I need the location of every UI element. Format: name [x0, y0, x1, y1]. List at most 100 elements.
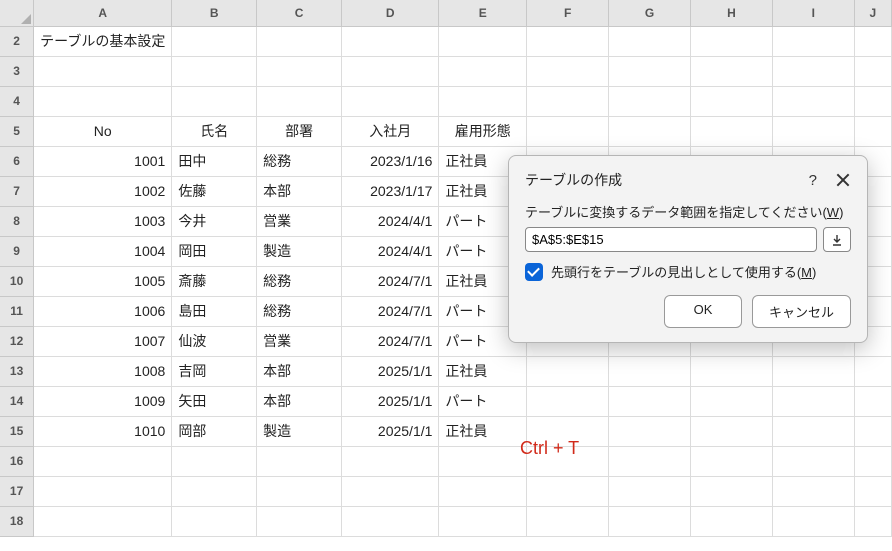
cell-D5[interactable]: 入社月	[342, 116, 439, 146]
cell-F2[interactable]	[527, 26, 609, 56]
cell-E16[interactable]	[439, 446, 527, 476]
cell-A18[interactable]	[34, 506, 172, 536]
cell-I17[interactable]	[772, 476, 854, 506]
cell-G16[interactable]	[609, 446, 691, 476]
cell-E15[interactable]: 正社員	[439, 416, 527, 446]
cell-G17[interactable]	[609, 476, 691, 506]
cell-C17[interactable]	[257, 476, 342, 506]
row-header-3[interactable]: 3	[0, 56, 34, 86]
column-header-F[interactable]: F	[527, 0, 609, 26]
cell-H17[interactable]	[690, 476, 772, 506]
cancel-button[interactable]: キャンセル	[752, 295, 851, 328]
cell-A6[interactable]: 1001	[34, 146, 172, 176]
cell-D7[interactable]: 2023/1/17	[342, 176, 439, 206]
cell-G2[interactable]	[609, 26, 691, 56]
cell-B7[interactable]: 佐藤	[172, 176, 257, 206]
cell-H2[interactable]	[690, 26, 772, 56]
cell-C9[interactable]: 製造	[257, 236, 342, 266]
row-header-7[interactable]: 7	[0, 176, 34, 206]
close-icon[interactable]	[835, 172, 851, 188]
row-header-17[interactable]: 17	[0, 476, 34, 506]
cell-J17[interactable]	[854, 476, 891, 506]
row-header-15[interactable]: 15	[0, 416, 34, 446]
cell-B3[interactable]	[172, 56, 257, 86]
cell-F4[interactable]	[527, 86, 609, 116]
cell-H18[interactable]	[690, 506, 772, 536]
row-header-12[interactable]: 12	[0, 326, 34, 356]
cell-F5[interactable]	[527, 116, 609, 146]
cell-F17[interactable]	[527, 476, 609, 506]
column-header-A[interactable]: A	[34, 0, 172, 26]
cell-B11[interactable]: 島田	[172, 296, 257, 326]
cell-A7[interactable]: 1002	[34, 176, 172, 206]
cell-C15[interactable]: 製造	[257, 416, 342, 446]
cell-I5[interactable]	[772, 116, 854, 146]
cell-J14[interactable]	[854, 386, 891, 416]
cell-A10[interactable]: 1005	[34, 266, 172, 296]
column-header-H[interactable]: H	[690, 0, 772, 26]
cell-F13[interactable]	[527, 356, 609, 386]
cell-C5[interactable]: 部署	[257, 116, 342, 146]
cell-H16[interactable]	[690, 446, 772, 476]
cell-D10[interactable]: 2024/7/1	[342, 266, 439, 296]
row-header-2[interactable]: 2	[0, 26, 34, 56]
row-header-8[interactable]: 8	[0, 206, 34, 236]
cell-D8[interactable]: 2024/4/1	[342, 206, 439, 236]
cell-A14[interactable]: 1009	[34, 386, 172, 416]
cell-J15[interactable]	[854, 416, 891, 446]
cell-J16[interactable]	[854, 446, 891, 476]
header-row-checkbox[interactable]	[525, 263, 543, 281]
cell-G14[interactable]	[609, 386, 691, 416]
cell-H4[interactable]	[690, 86, 772, 116]
column-header-I[interactable]: I	[772, 0, 854, 26]
cell-A15[interactable]: 1010	[34, 416, 172, 446]
cell-I4[interactable]	[772, 86, 854, 116]
cell-E18[interactable]	[439, 506, 527, 536]
cell-G3[interactable]	[609, 56, 691, 86]
cell-D6[interactable]: 2023/1/16	[342, 146, 439, 176]
cell-A2[interactable]: テーブルの基本設定	[34, 26, 172, 56]
row-header-18[interactable]: 18	[0, 506, 34, 536]
cell-B18[interactable]	[172, 506, 257, 536]
cell-F14[interactable]	[527, 386, 609, 416]
cell-E17[interactable]	[439, 476, 527, 506]
cell-H15[interactable]	[690, 416, 772, 446]
cell-D3[interactable]	[342, 56, 439, 86]
row-header-14[interactable]: 14	[0, 386, 34, 416]
cell-I14[interactable]	[772, 386, 854, 416]
column-header-G[interactable]: G	[609, 0, 691, 26]
cell-D18[interactable]	[342, 506, 439, 536]
cell-A11[interactable]: 1006	[34, 296, 172, 326]
cell-B8[interactable]: 今井	[172, 206, 257, 236]
cell-A9[interactable]: 1004	[34, 236, 172, 266]
row-header-10[interactable]: 10	[0, 266, 34, 296]
cell-J2[interactable]	[854, 26, 891, 56]
cell-C18[interactable]	[257, 506, 342, 536]
cell-B13[interactable]: 吉岡	[172, 356, 257, 386]
row-header-13[interactable]: 13	[0, 356, 34, 386]
cell-B6[interactable]: 田中	[172, 146, 257, 176]
cell-J18[interactable]	[854, 506, 891, 536]
column-header-C[interactable]: C	[257, 0, 342, 26]
column-header-E[interactable]: E	[439, 0, 527, 26]
cell-C8[interactable]: 営業	[257, 206, 342, 236]
cell-B5[interactable]: 氏名	[172, 116, 257, 146]
cell-B16[interactable]	[172, 446, 257, 476]
cell-C6[interactable]: 総務	[257, 146, 342, 176]
cell-D16[interactable]	[342, 446, 439, 476]
cell-A13[interactable]: 1008	[34, 356, 172, 386]
cell-G18[interactable]	[609, 506, 691, 536]
cell-B15[interactable]: 岡部	[172, 416, 257, 446]
cell-A12[interactable]: 1007	[34, 326, 172, 356]
cell-H14[interactable]	[690, 386, 772, 416]
cell-D17[interactable]	[342, 476, 439, 506]
select-all-corner[interactable]	[0, 0, 34, 26]
cell-D2[interactable]	[342, 26, 439, 56]
cell-I18[interactable]	[772, 506, 854, 536]
cell-D4[interactable]	[342, 86, 439, 116]
cell-C13[interactable]: 本部	[257, 356, 342, 386]
cell-J4[interactable]	[854, 86, 891, 116]
cell-I15[interactable]	[772, 416, 854, 446]
cell-B17[interactable]	[172, 476, 257, 506]
cell-A5[interactable]: No	[34, 116, 172, 146]
